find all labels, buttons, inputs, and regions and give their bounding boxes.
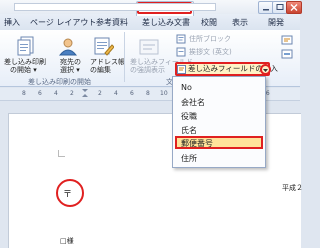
tab-view[interactable]: 表示 (232, 17, 248, 28)
tab-references[interactable]: 参考資料 (96, 17, 128, 28)
ruler-number: 6 (130, 90, 134, 97)
ruler-number: 8 (22, 90, 26, 97)
merge-field-dropdown-menu: No 会社名 役職 氏名 郵便番号 住所 (172, 76, 266, 168)
start-mail-merge-label-2: の開始 ▾ (10, 66, 37, 74)
postal-code-highlight-circle (56, 179, 84, 207)
ruler-track (14, 3, 216, 11)
postal-code-highlight-box (175, 136, 263, 149)
ruler-number: 6 (38, 90, 42, 97)
ruler-number: 8 (146, 90, 150, 97)
edit-recipient-list-icon (92, 36, 115, 58)
close-button[interactable] (286, 1, 302, 14)
start-group-label: 差し込み印刷の開始 (28, 78, 91, 86)
menu-item-company[interactable]: 会社名 (181, 97, 205, 108)
group-separator (124, 32, 125, 82)
edit-recipient-list-button[interactable]: アドレス帳 の編集 (90, 58, 125, 74)
rules-icon[interactable] (281, 34, 293, 48)
select-recipients-icon (57, 37, 79, 59)
menu-item-no[interactable]: No (181, 83, 192, 92)
ruler-number: 2 (70, 90, 74, 97)
tab-insert[interactable]: 挿入 (4, 17, 20, 28)
menu-item-address[interactable]: 住所 (181, 153, 197, 164)
tab-review[interactable]: 校閲 (201, 17, 217, 28)
tab-developer[interactable]: 開発 (268, 17, 284, 28)
ruler-number: 4 (54, 90, 58, 97)
start-mail-merge-icon (15, 36, 37, 58)
select-recipients-label-2: 選択 ▾ (60, 66, 80, 74)
tab-page-layout[interactable]: ページ レイアウト (30, 17, 96, 28)
highlight-merge-fields-icon (138, 37, 160, 59)
edit-recipient-list-label-1: アドレス帳 (90, 58, 125, 66)
date-text: 平成２ (282, 184, 303, 192)
menu-item-name[interactable]: 氏名 (181, 125, 197, 136)
address-block-button[interactable]: 住所ブロック (189, 35, 231, 43)
ruler-number: 4 (114, 90, 118, 97)
start-mail-merge-label-1: 差し込み印刷 (4, 58, 46, 66)
select-recipients-button[interactable]: 宛先の 選択 ▾ (60, 58, 81, 74)
margin-corner-mark (58, 150, 65, 157)
select-recipients-label-1: 宛先の (60, 58, 81, 66)
match-fields-icon[interactable] (281, 48, 293, 62)
address-block-icon (176, 34, 186, 46)
insert-merge-field-highlight (175, 62, 270, 76)
greeting-line-icon (176, 47, 186, 59)
tab-mailings[interactable]: 差し込み文書 (142, 17, 190, 28)
greeting-line-button[interactable]: 挨拶文 (英文) (189, 48, 232, 56)
insert-merge-field-dropdown[interactable] (260, 64, 271, 75)
menu-item-title[interactable]: 役職 (181, 111, 197, 122)
ruler-number: 10 (160, 90, 168, 97)
indent-marker[interactable] (82, 89, 88, 97)
ruler-number: 2 (98, 90, 102, 97)
chevron-down-icon (263, 69, 268, 72)
honorific-text: □様 (60, 237, 74, 245)
start-mail-merge-button[interactable]: 差し込み印刷 の開始 ▾ (4, 58, 46, 74)
edit-recipient-list-label-2: の編集 (90, 66, 111, 74)
